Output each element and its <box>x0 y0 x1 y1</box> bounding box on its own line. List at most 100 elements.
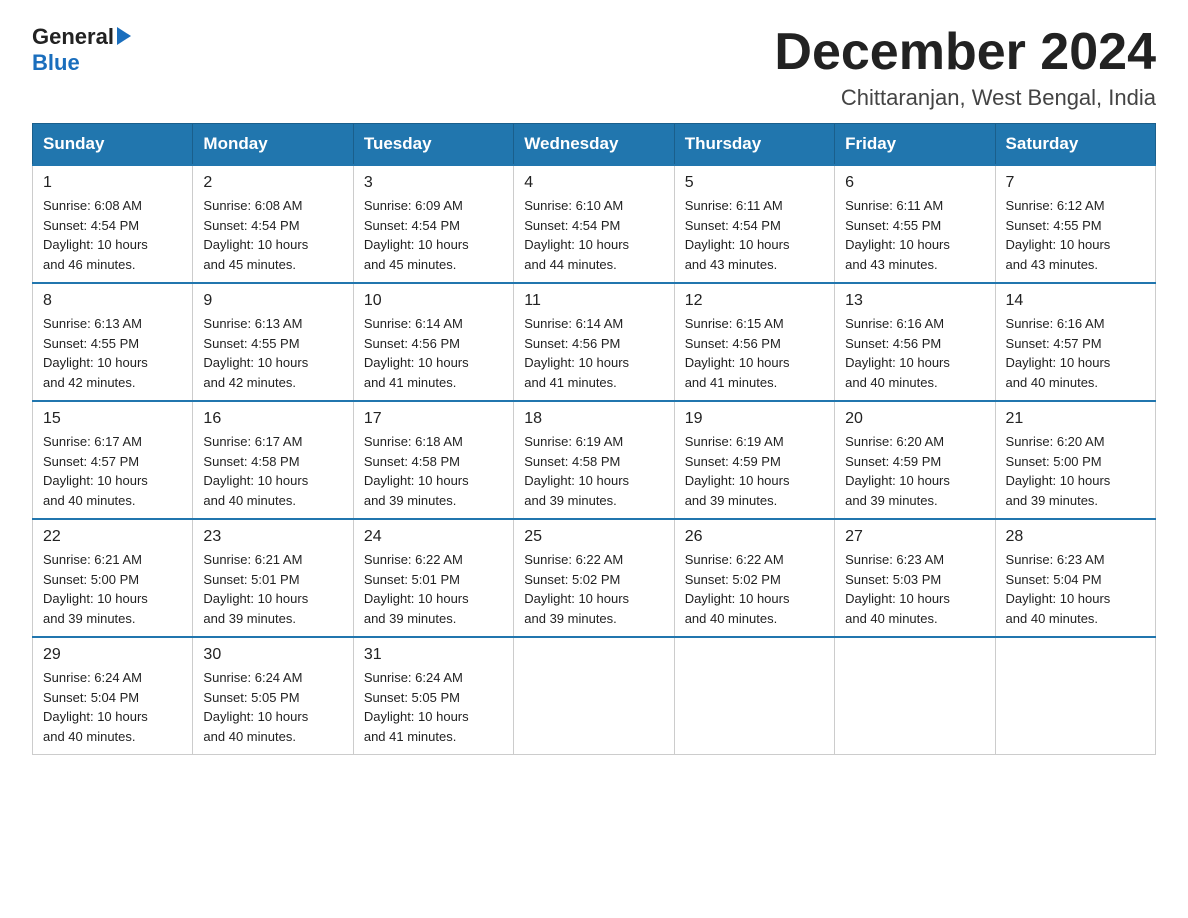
calendar-header-row: SundayMondayTuesdayWednesdayThursdayFrid… <box>33 124 1156 166</box>
calendar-cell: 4 Sunrise: 6:10 AM Sunset: 4:54 PM Dayli… <box>514 165 674 283</box>
day-number: 10 <box>364 292 503 310</box>
day-number: 12 <box>685 292 824 310</box>
calendar-cell: 15 Sunrise: 6:17 AM Sunset: 4:57 PM Dayl… <box>33 401 193 519</box>
calendar-cell: 1 Sunrise: 6:08 AM Sunset: 4:54 PM Dayli… <box>33 165 193 283</box>
calendar-cell: 27 Sunrise: 6:23 AM Sunset: 5:03 PM Dayl… <box>835 519 995 637</box>
calendar-cell: 29 Sunrise: 6:24 AM Sunset: 5:04 PM Dayl… <box>33 637 193 755</box>
calendar-cell: 13 Sunrise: 6:16 AM Sunset: 4:56 PM Dayl… <box>835 283 995 401</box>
day-number: 15 <box>43 410 182 428</box>
day-info: Sunrise: 6:12 AM Sunset: 4:55 PM Dayligh… <box>1006 196 1145 274</box>
day-number: 29 <box>43 646 182 664</box>
day-info: Sunrise: 6:17 AM Sunset: 4:58 PM Dayligh… <box>203 432 342 510</box>
day-number: 24 <box>364 528 503 546</box>
day-info: Sunrise: 6:22 AM Sunset: 5:02 PM Dayligh… <box>685 550 824 628</box>
day-number: 21 <box>1006 410 1145 428</box>
day-info: Sunrise: 6:14 AM Sunset: 4:56 PM Dayligh… <box>364 314 503 392</box>
calendar-cell: 31 Sunrise: 6:24 AM Sunset: 5:05 PM Dayl… <box>353 637 513 755</box>
day-info: Sunrise: 6:13 AM Sunset: 4:55 PM Dayligh… <box>43 314 182 392</box>
calendar-cell: 26 Sunrise: 6:22 AM Sunset: 5:02 PM Dayl… <box>674 519 834 637</box>
day-info: Sunrise: 6:16 AM Sunset: 4:56 PM Dayligh… <box>845 314 984 392</box>
day-number: 16 <box>203 410 342 428</box>
calendar-cell: 2 Sunrise: 6:08 AM Sunset: 4:54 PM Dayli… <box>193 165 353 283</box>
week-row-3: 15 Sunrise: 6:17 AM Sunset: 4:57 PM Dayl… <box>33 401 1156 519</box>
calendar-cell: 7 Sunrise: 6:12 AM Sunset: 4:55 PM Dayli… <box>995 165 1155 283</box>
day-number: 19 <box>685 410 824 428</box>
day-number: 11 <box>524 292 663 310</box>
day-info: Sunrise: 6:08 AM Sunset: 4:54 PM Dayligh… <box>203 196 342 274</box>
logo-general-text: General <box>32 24 114 50</box>
day-info: Sunrise: 6:11 AM Sunset: 4:54 PM Dayligh… <box>685 196 824 274</box>
calendar-cell: 30 Sunrise: 6:24 AM Sunset: 5:05 PM Dayl… <box>193 637 353 755</box>
logo-blue-text: Blue <box>32 50 80 76</box>
day-number: 3 <box>364 174 503 192</box>
day-info: Sunrise: 6:13 AM Sunset: 4:55 PM Dayligh… <box>203 314 342 392</box>
day-info: Sunrise: 6:20 AM Sunset: 5:00 PM Dayligh… <box>1006 432 1145 510</box>
calendar-cell: 16 Sunrise: 6:17 AM Sunset: 4:58 PM Dayl… <box>193 401 353 519</box>
day-info: Sunrise: 6:22 AM Sunset: 5:01 PM Dayligh… <box>364 550 503 628</box>
day-number: 8 <box>43 292 182 310</box>
page-header: General Blue December 2024 Chittaranjan,… <box>32 24 1156 111</box>
day-info: Sunrise: 6:19 AM Sunset: 4:59 PM Dayligh… <box>685 432 824 510</box>
calendar-cell: 20 Sunrise: 6:20 AM Sunset: 4:59 PM Dayl… <box>835 401 995 519</box>
day-info: Sunrise: 6:11 AM Sunset: 4:55 PM Dayligh… <box>845 196 984 274</box>
calendar-cell <box>674 637 834 755</box>
day-info: Sunrise: 6:23 AM Sunset: 5:04 PM Dayligh… <box>1006 550 1145 628</box>
day-number: 22 <box>43 528 182 546</box>
day-number: 31 <box>364 646 503 664</box>
calendar-cell: 5 Sunrise: 6:11 AM Sunset: 4:54 PM Dayli… <box>674 165 834 283</box>
column-header-monday: Monday <box>193 124 353 166</box>
day-info: Sunrise: 6:09 AM Sunset: 4:54 PM Dayligh… <box>364 196 503 274</box>
day-number: 9 <box>203 292 342 310</box>
day-info: Sunrise: 6:21 AM Sunset: 5:00 PM Dayligh… <box>43 550 182 628</box>
calendar-cell: 14 Sunrise: 6:16 AM Sunset: 4:57 PM Dayl… <box>995 283 1155 401</box>
column-header-saturday: Saturday <box>995 124 1155 166</box>
day-number: 28 <box>1006 528 1145 546</box>
logo: General Blue <box>32 24 131 76</box>
day-info: Sunrise: 6:15 AM Sunset: 4:56 PM Dayligh… <box>685 314 824 392</box>
day-info: Sunrise: 6:14 AM Sunset: 4:56 PM Dayligh… <box>524 314 663 392</box>
calendar-cell: 12 Sunrise: 6:15 AM Sunset: 4:56 PM Dayl… <box>674 283 834 401</box>
calendar-cell: 25 Sunrise: 6:22 AM Sunset: 5:02 PM Dayl… <box>514 519 674 637</box>
calendar-cell: 9 Sunrise: 6:13 AM Sunset: 4:55 PM Dayli… <box>193 283 353 401</box>
day-info: Sunrise: 6:24 AM Sunset: 5:04 PM Dayligh… <box>43 668 182 746</box>
week-row-1: 1 Sunrise: 6:08 AM Sunset: 4:54 PM Dayli… <box>33 165 1156 283</box>
day-info: Sunrise: 6:16 AM Sunset: 4:57 PM Dayligh… <box>1006 314 1145 392</box>
day-number: 18 <box>524 410 663 428</box>
calendar-table: SundayMondayTuesdayWednesdayThursdayFrid… <box>32 123 1156 755</box>
calendar-cell: 19 Sunrise: 6:19 AM Sunset: 4:59 PM Dayl… <box>674 401 834 519</box>
column-header-thursday: Thursday <box>674 124 834 166</box>
day-info: Sunrise: 6:19 AM Sunset: 4:58 PM Dayligh… <box>524 432 663 510</box>
day-number: 13 <box>845 292 984 310</box>
week-row-2: 8 Sunrise: 6:13 AM Sunset: 4:55 PM Dayli… <box>33 283 1156 401</box>
day-info: Sunrise: 6:10 AM Sunset: 4:54 PM Dayligh… <box>524 196 663 274</box>
day-info: Sunrise: 6:24 AM Sunset: 5:05 PM Dayligh… <box>203 668 342 746</box>
day-number: 30 <box>203 646 342 664</box>
day-number: 20 <box>845 410 984 428</box>
column-header-tuesday: Tuesday <box>353 124 513 166</box>
calendar-cell: 28 Sunrise: 6:23 AM Sunset: 5:04 PM Dayl… <box>995 519 1155 637</box>
day-number: 26 <box>685 528 824 546</box>
calendar-cell <box>835 637 995 755</box>
calendar-cell: 10 Sunrise: 6:14 AM Sunset: 4:56 PM Dayl… <box>353 283 513 401</box>
day-number: 7 <box>1006 174 1145 192</box>
day-number: 1 <box>43 174 182 192</box>
week-row-4: 22 Sunrise: 6:21 AM Sunset: 5:00 PM Dayl… <box>33 519 1156 637</box>
calendar-cell: 3 Sunrise: 6:09 AM Sunset: 4:54 PM Dayli… <box>353 165 513 283</box>
day-number: 25 <box>524 528 663 546</box>
calendar-cell: 11 Sunrise: 6:14 AM Sunset: 4:56 PM Dayl… <box>514 283 674 401</box>
day-info: Sunrise: 6:08 AM Sunset: 4:54 PM Dayligh… <box>43 196 182 274</box>
day-number: 2 <box>203 174 342 192</box>
calendar-cell: 6 Sunrise: 6:11 AM Sunset: 4:55 PM Dayli… <box>835 165 995 283</box>
day-number: 17 <box>364 410 503 428</box>
calendar-cell: 24 Sunrise: 6:22 AM Sunset: 5:01 PM Dayl… <box>353 519 513 637</box>
day-number: 4 <box>524 174 663 192</box>
calendar-cell: 21 Sunrise: 6:20 AM Sunset: 5:00 PM Dayl… <box>995 401 1155 519</box>
calendar-cell: 18 Sunrise: 6:19 AM Sunset: 4:58 PM Dayl… <box>514 401 674 519</box>
column-header-wednesday: Wednesday <box>514 124 674 166</box>
calendar-cell: 17 Sunrise: 6:18 AM Sunset: 4:58 PM Dayl… <box>353 401 513 519</box>
logo-arrow-icon <box>117 27 131 45</box>
calendar-cell <box>995 637 1155 755</box>
calendar-cell <box>514 637 674 755</box>
calendar-cell: 22 Sunrise: 6:21 AM Sunset: 5:00 PM Dayl… <box>33 519 193 637</box>
day-number: 27 <box>845 528 984 546</box>
